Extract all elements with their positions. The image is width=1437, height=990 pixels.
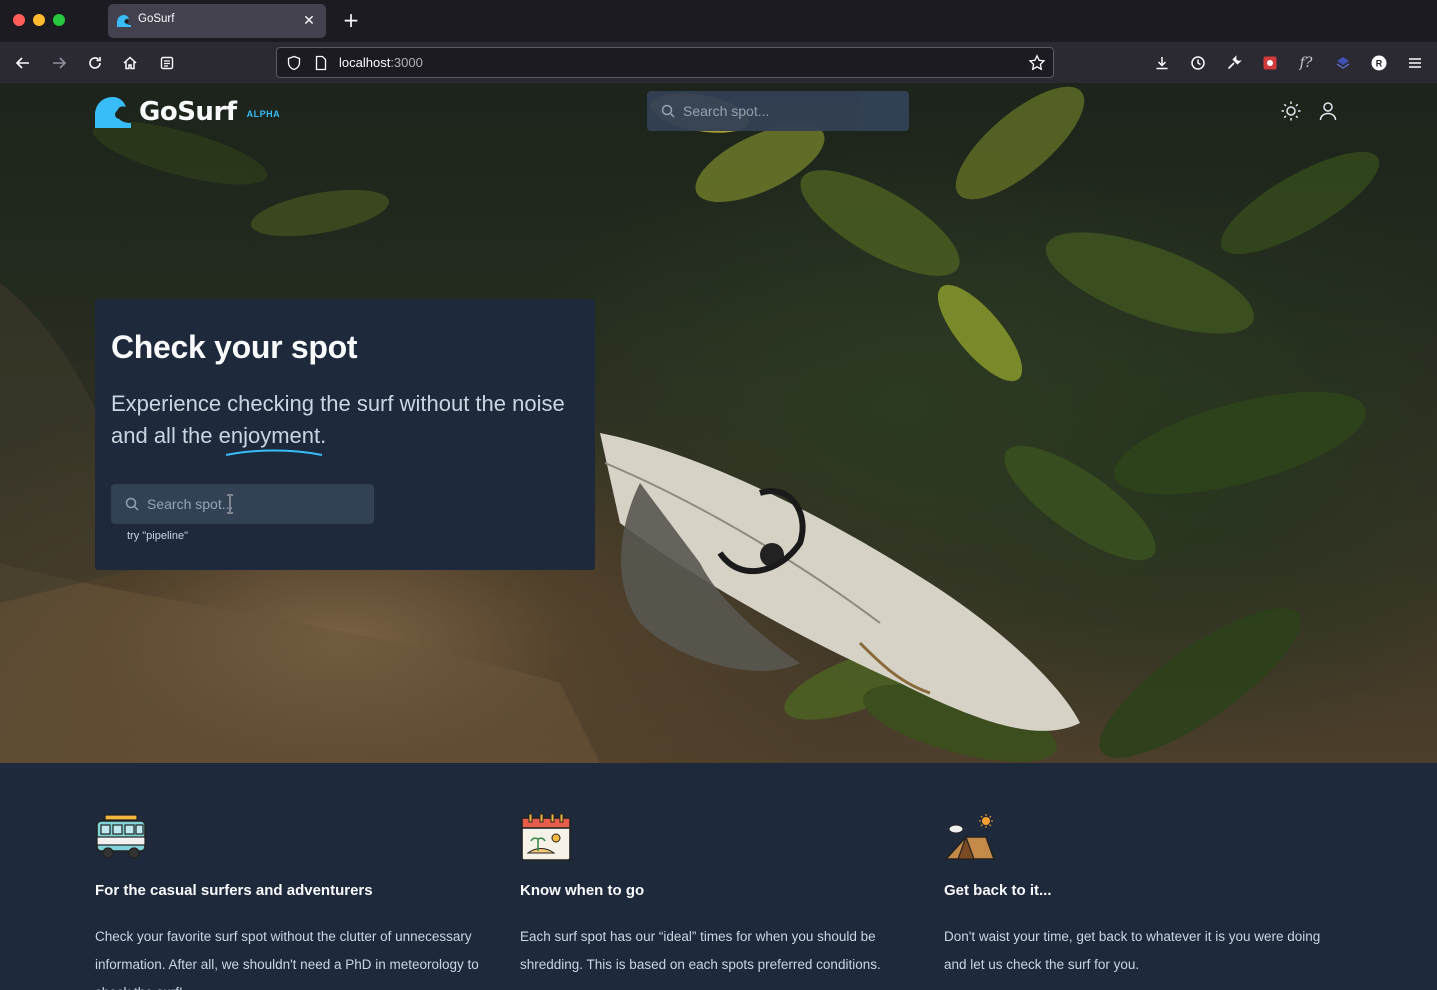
browser-titlebar: GoSurf ✕ + xyxy=(0,0,1437,42)
hero-subtitle: Experience checking the surf without the… xyxy=(111,391,565,448)
browser-navbar: localhost:3000 f? R xyxy=(0,42,1437,83)
feature-text: Each surf spot has our “ideal” times for… xyxy=(520,929,881,972)
tab-title: GoSurf xyxy=(138,13,175,25)
brand-logo-link[interactable]: GoSurf ALPHA xyxy=(95,95,280,129)
user-icon[interactable] xyxy=(1317,100,1339,122)
wave-logo-icon xyxy=(95,97,131,128)
menu-icon[interactable] xyxy=(1402,50,1428,76)
wrench-icon[interactable] xyxy=(1221,50,1247,76)
feature-title: Get back to it... xyxy=(944,882,1052,899)
search-hint: try "pipeline" xyxy=(127,530,189,542)
page: GoSurf ALPHA Check your spot Experience … xyxy=(0,83,1437,990)
text-cursor-icon xyxy=(227,494,233,514)
window-minimize-button[interactable] xyxy=(33,14,45,26)
shield-icon[interactable] xyxy=(286,55,302,71)
header-search[interactable] xyxy=(647,91,909,131)
feature-text: Don't waist your time, get back to whate… xyxy=(944,929,1321,972)
tent-icon xyxy=(944,814,996,860)
window-zoom-button[interactable] xyxy=(53,14,65,26)
new-tab-icon[interactable]: + xyxy=(340,9,362,31)
extension-icon[interactable] xyxy=(1257,50,1283,76)
brand-name: GoSurf xyxy=(139,97,237,127)
svg-text:R: R xyxy=(1376,59,1383,69)
hero-section: GoSurf ALPHA Check your spot Experience … xyxy=(0,83,1437,763)
download-icon[interactable] xyxy=(1149,50,1175,76)
van-icon xyxy=(96,814,146,859)
back-icon[interactable] xyxy=(10,50,36,76)
feature-text: Check your favorite surf spot without th… xyxy=(95,929,479,990)
forward-icon[interactable] xyxy=(46,50,72,76)
browser-tab[interactable]: GoSurf ✕ xyxy=(108,4,326,38)
hero-search[interactable] xyxy=(111,484,374,524)
history-icon[interactable] xyxy=(1185,50,1211,76)
reader-icon[interactable] xyxy=(154,50,180,76)
layers-icon[interactable] xyxy=(1330,50,1356,76)
header-search-input[interactable] xyxy=(683,91,903,131)
url-host: localhost xyxy=(339,55,391,70)
home-icon[interactable] xyxy=(117,50,143,76)
url-text[interactable]: localhost:3000 xyxy=(339,55,423,70)
hero-search-input[interactable] xyxy=(147,484,367,524)
hero-card: Check your spot Experience checking the … xyxy=(95,299,595,570)
tab-close-icon[interactable]: ✕ xyxy=(298,10,320,32)
feature-title: For the casual surfers and adventurers xyxy=(95,882,373,899)
features-section: For the casual surfers and adventurers C… xyxy=(0,763,1437,990)
window-close-button[interactable] xyxy=(13,14,25,26)
search-icon xyxy=(661,104,675,118)
wave-favicon-icon xyxy=(117,15,131,27)
sun-icon[interactable] xyxy=(1280,100,1302,122)
feature-title: Know when to go xyxy=(520,882,645,899)
reload-icon[interactable] xyxy=(82,50,108,76)
profile-icon[interactable]: R xyxy=(1366,50,1392,76)
page-icon xyxy=(315,55,327,71)
brand-badge: ALPHA xyxy=(246,109,281,119)
url-port: :3000 xyxy=(390,55,423,70)
hero-title: Check your spot xyxy=(111,329,358,365)
url-bar[interactable]: localhost:3000 xyxy=(276,47,1054,78)
calendar-icon xyxy=(521,813,571,861)
search-icon xyxy=(125,497,139,511)
bookmark-star-icon[interactable] xyxy=(1028,54,1046,72)
underline-decoration xyxy=(225,449,323,456)
formula-icon[interactable]: f? xyxy=(1293,50,1319,76)
